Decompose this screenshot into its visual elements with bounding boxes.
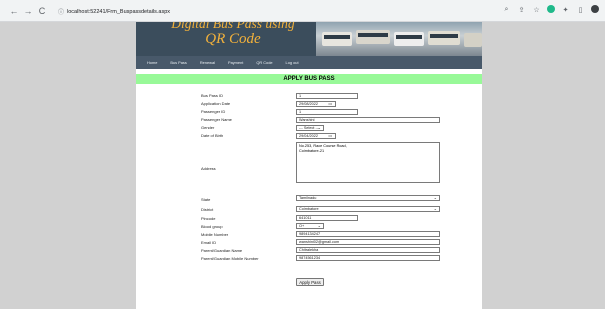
sidebar-icon[interactable]: ▯: [576, 5, 585, 14]
site-title: Digital Bus Pass using QR Code: [171, 22, 295, 47]
url-text: localhost:52241/Frm_Buspassdetails.aspx: [67, 8, 171, 15]
state-label: State: [201, 197, 211, 202]
reload-icon[interactable]: C: [35, 4, 49, 18]
form-title: APPLY BUS PASS: [136, 74, 482, 84]
pincode-label: Pincode: [201, 216, 216, 221]
application-date-picker[interactable]: 29/08/2022: [296, 101, 336, 107]
menu-item-log-out[interactable]: Log out: [286, 60, 299, 65]
profile-icon[interactable]: [591, 5, 599, 13]
gender-select[interactable]: --- Select ---: [296, 125, 324, 131]
passenger-name-field[interactable]: Wanshini: [296, 117, 440, 123]
dob-label: Date of Birth: [201, 133, 224, 138]
passenger-id-field[interactable]: 1: [296, 109, 358, 115]
pincode-field[interactable]: 641011: [296, 215, 358, 221]
blood-group-label: Blood group: [201, 224, 223, 229]
mobile-number-label: Mobile Number: [201, 232, 229, 237]
content-container: Digital Bus Pass using QR Code Home Bus …: [136, 22, 482, 309]
bus-pass-id-field[interactable]: 1: [296, 93, 358, 99]
share-icon[interactable]: ⇪: [517, 5, 526, 14]
passenger-name-label: Passenger Name: [201, 117, 232, 122]
passenger-id-label: Passenger ID: [201, 109, 226, 114]
browser-toolbar: ← → C ⓘ localhost:52241/Frm_Buspassdetai…: [0, 0, 605, 22]
menu-item-qr-code[interactable]: QR Code: [256, 60, 272, 65]
state-select[interactable]: Tamilnadu: [296, 195, 440, 201]
gender-label: Gender: [201, 125, 215, 130]
guardian-name-field[interactable]: Chitralekha: [296, 247, 440, 253]
info-icon[interactable]: ⓘ: [58, 7, 64, 16]
guardian-mobile-label: Parent/Guardian Mobile Number: [201, 256, 259, 261]
menu-item-payment[interactable]: Payment: [228, 60, 243, 65]
puzzle-icon[interactable]: ✦: [561, 5, 570, 14]
blood-group-select[interactable]: O+: [296, 223, 324, 229]
district-select[interactable]: Coimbatore: [296, 206, 440, 212]
menu-item-renewal[interactable]: Renewal: [200, 60, 215, 65]
mobile-number-field[interactable]: 9894134247: [296, 231, 440, 237]
page-background: Digital Bus Pass using QR Code Home Bus …: [0, 22, 605, 309]
district-label: District: [201, 207, 214, 212]
guardian-mobile-field[interactable]: 9874561234: [296, 255, 440, 261]
site-banner: Digital Bus Pass using QR Code: [136, 22, 482, 56]
email-label: Email ID: [201, 240, 217, 245]
menu-item-home[interactable]: Home: [147, 60, 157, 65]
dob-picker[interactable]: 29/04/2022: [296, 133, 336, 139]
menu-item-bus-pass[interactable]: Bus Pass: [170, 60, 186, 65]
address-textarea[interactable]: No.253, Race Course Road, Coimbatore-21: [296, 142, 440, 183]
bus-pass-id-label: Bus Pass ID: [201, 93, 224, 98]
arrow-right-icon[interactable]: →: [21, 4, 35, 18]
star-icon[interactable]: ☆: [532, 5, 541, 14]
guardian-name-label: Parent/Guardian Name: [201, 248, 243, 253]
extension-icon[interactable]: [547, 5, 555, 13]
email-field[interactable]: wanshini02@gmail.com: [296, 239, 440, 245]
arrow-left-icon[interactable]: ←: [7, 4, 21, 18]
address-label: Address: [201, 166, 216, 171]
address-bar[interactable]: ⓘ localhost:52241/Frm_Buspassdetails.asp…: [58, 5, 528, 18]
bus-photo: [316, 22, 482, 56]
search-icon[interactable]: ⌕: [502, 5, 511, 14]
apply-pass-button[interactable]: Apply Pass: [296, 278, 324, 286]
application-date-label: Application Date: [201, 101, 231, 106]
nav-menu: Home Bus Pass Renewal Payment QR Code Lo…: [136, 56, 482, 69]
